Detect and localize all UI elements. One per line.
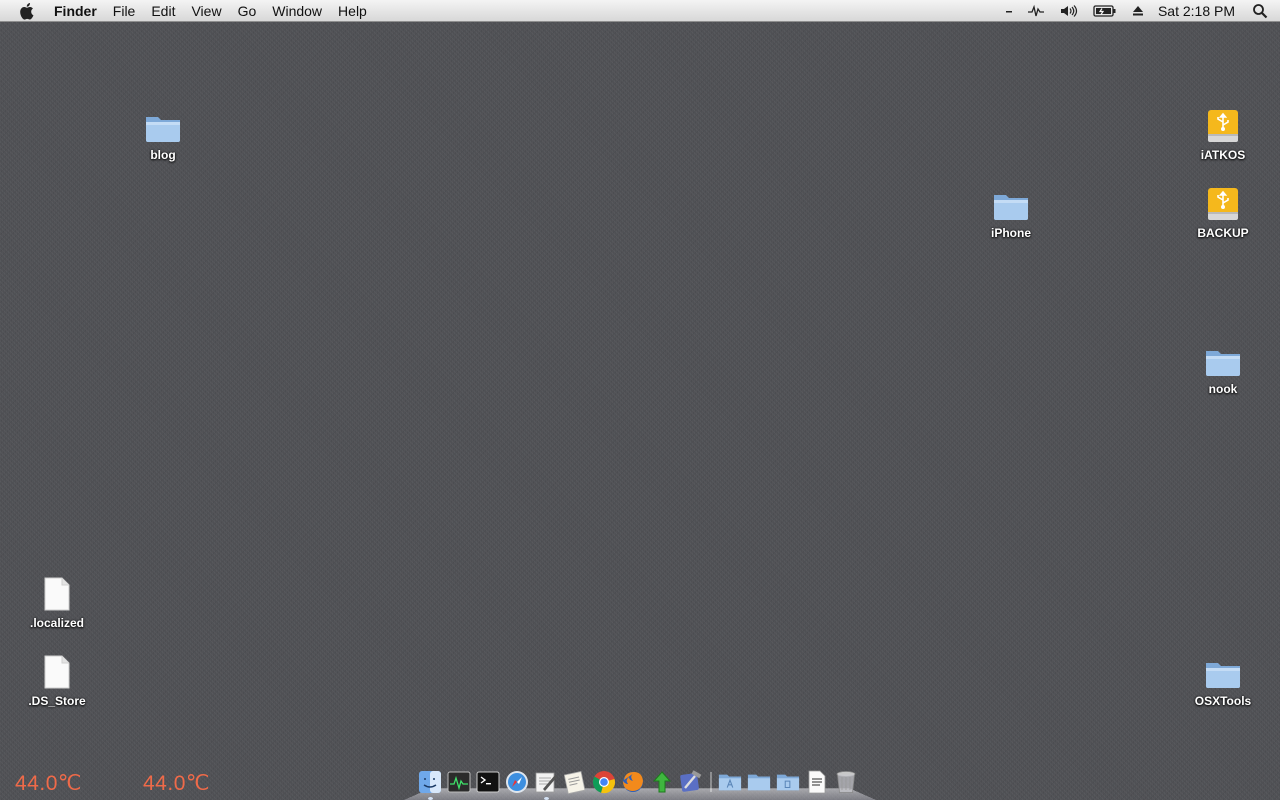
folder-icon bbox=[1199, 650, 1247, 690]
desktop-icon-iatkos[interactable]: iATKOS bbox=[1178, 104, 1268, 162]
desktop-icon-iphone[interactable]: iPhone bbox=[966, 182, 1056, 240]
desktop-icon-label: nook bbox=[1208, 382, 1238, 396]
desktop-icon-label: .localized bbox=[29, 616, 85, 630]
preview-icon[interactable] bbox=[563, 770, 587, 794]
document-icon bbox=[33, 572, 81, 612]
activity-icon[interactable] bbox=[1020, 0, 1052, 21]
activity-monitor-icon[interactable] bbox=[447, 770, 471, 794]
folder-icon bbox=[987, 182, 1035, 222]
temperature-widget-2: 44.0℃ bbox=[143, 772, 210, 795]
upload-app-icon[interactable] bbox=[650, 770, 674, 794]
desktop-icon-label: BACKUP bbox=[1197, 226, 1249, 240]
desktop-icon-ds-store[interactable]: .DS_Store bbox=[12, 650, 102, 708]
dock-items bbox=[418, 770, 863, 794]
menu-go[interactable]: Go bbox=[230, 0, 265, 22]
menu-help[interactable]: Help bbox=[330, 0, 375, 22]
document-icon bbox=[33, 650, 81, 690]
menu-window[interactable]: Window bbox=[264, 0, 330, 22]
textedit-icon[interactable] bbox=[534, 770, 558, 794]
terminal-icon[interactable] bbox=[476, 770, 500, 794]
volume-icon[interactable] bbox=[1052, 0, 1086, 21]
menu-bar: Finder File Edit View Go Window Help Sat… bbox=[0, 0, 1280, 22]
chrome-icon[interactable] bbox=[592, 770, 616, 794]
menu-file[interactable]: File bbox=[105, 0, 144, 22]
downloads-stack-icon[interactable] bbox=[776, 770, 800, 794]
safari-icon[interactable] bbox=[505, 770, 529, 794]
spotlight-search-icon[interactable] bbox=[1245, 0, 1280, 21]
menu-view[interactable]: View bbox=[183, 0, 229, 22]
dock bbox=[404, 770, 876, 800]
desktop-icon-label: blog bbox=[150, 148, 176, 162]
menu-clock[interactable]: Sat 2:18 PM bbox=[1152, 0, 1245, 21]
folder-icon bbox=[139, 104, 187, 144]
trash-icon[interactable] bbox=[834, 770, 858, 794]
desktop-icon-label: iATKOS bbox=[1200, 148, 1246, 162]
applications-stack-icon[interactable] bbox=[718, 770, 742, 794]
desktop-icon-nook[interactable]: nook bbox=[1178, 338, 1268, 396]
desktop-icon-blog[interactable]: blog bbox=[118, 104, 208, 162]
dock-separator bbox=[710, 772, 712, 792]
documents-stack-icon[interactable] bbox=[747, 770, 771, 794]
finder-icon[interactable] bbox=[418, 770, 442, 794]
menu-app-finder[interactable]: Finder bbox=[52, 0, 105, 22]
firefox-icon[interactable] bbox=[621, 770, 645, 794]
eject-icon[interactable] bbox=[1124, 0, 1152, 21]
temperature-widget-1: 44.0℃ bbox=[15, 772, 82, 795]
status-area: Sat 2:18 PM bbox=[998, 0, 1280, 21]
desktop-icon-label: iPhone bbox=[990, 226, 1031, 240]
usb-drive-icon bbox=[1199, 182, 1247, 222]
apple-menu-icon[interactable] bbox=[18, 1, 38, 21]
desktop-icon-backup[interactable]: BACKUP bbox=[1178, 182, 1268, 240]
battery-icon[interactable] bbox=[1086, 0, 1124, 21]
desktop-icon-osxtools[interactable]: OSXTools bbox=[1178, 650, 1268, 708]
usb-drive-icon bbox=[1199, 104, 1247, 144]
xcode-icon[interactable] bbox=[679, 770, 703, 794]
file-icon[interactable] bbox=[805, 770, 829, 794]
menu-edit[interactable]: Edit bbox=[143, 0, 183, 22]
desktop-icon-localized[interactable]: .localized bbox=[12, 572, 102, 630]
folder-icon bbox=[1199, 338, 1247, 378]
dash-icon[interactable] bbox=[998, 0, 1020, 21]
desktop-icon-label: OSXTools bbox=[1194, 694, 1252, 708]
desktop-icon-label: .DS_Store bbox=[28, 694, 86, 708]
